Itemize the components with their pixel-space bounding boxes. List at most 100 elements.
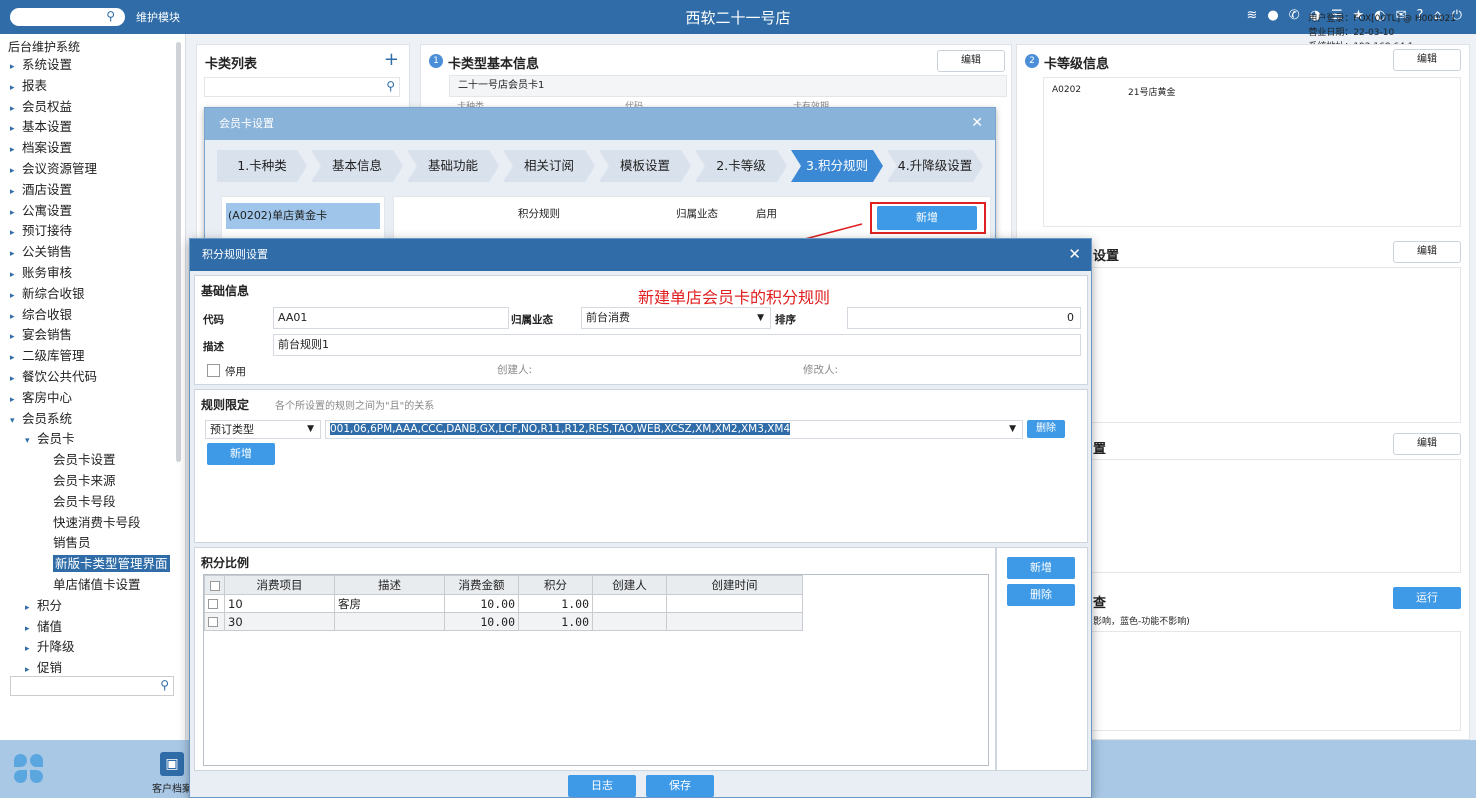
sidebar-item[interactable]: 会员卡设置: [0, 450, 176, 471]
settings-edit-button[interactable]: 编辑: [1393, 241, 1461, 263]
sidebar-item[interactable]: ▸ 二级库管理: [0, 346, 176, 367]
sidebar-item[interactable]: ▸ 储值: [0, 617, 176, 638]
add-rule-button[interactable]: 新增: [877, 206, 977, 230]
wizard-step[interactable]: 模板设置: [599, 150, 691, 182]
phone-icon[interactable]: ✆: [1289, 8, 1300, 23]
wizard-step[interactable]: 3.积分规则: [791, 150, 883, 182]
sidebar-item[interactable]: ▸ 宴会销售: [0, 325, 176, 346]
caret-right-icon[interactable]: ▸: [10, 307, 22, 328]
sidebar-item[interactable]: ▸ 系统设置: [0, 55, 176, 76]
customer-file-icon[interactable]: ▣: [160, 752, 184, 776]
caret-right-icon[interactable]: ▸: [10, 327, 22, 348]
wizard-step[interactable]: 1.卡种类: [217, 150, 307, 182]
caret-down-icon[interactable]: ▾: [10, 411, 22, 432]
sidebar-item[interactable]: 会员卡号段: [0, 492, 176, 513]
caret-right-icon[interactable]: ▸: [10, 369, 22, 390]
caret-right-icon[interactable]: ▸: [10, 182, 22, 203]
caret-right-icon[interactable]: ▸: [10, 286, 22, 307]
code-input[interactable]: AA01: [273, 307, 509, 329]
table-row[interactable]: 30 10.00 1.00: [204, 612, 803, 631]
caret-right-icon[interactable]: ▸: [10, 223, 22, 244]
card-item-selected[interactable]: (A0202)单店黄金卡: [226, 203, 380, 229]
caret-right-icon[interactable]: ▸: [25, 639, 37, 660]
wizard-step[interactable]: 2.卡等级: [695, 150, 787, 182]
sidebar-search-input[interactable]: ⚲: [10, 676, 174, 696]
sidebar-item[interactable]: ▾ 会员卡: [0, 429, 176, 450]
wizard-step[interactable]: 相关订阅: [503, 150, 595, 182]
caret-right-icon[interactable]: ▸: [10, 348, 22, 369]
add-condition-button[interactable]: 新增: [207, 443, 275, 465]
search-icon[interactable]: ⚲: [386, 79, 395, 93]
sort-input[interactable]: 0: [847, 307, 1081, 329]
rule-type-select[interactable]: 预订类型 ▼: [205, 420, 321, 439]
sidebar-item[interactable]: ▸ 公寓设置: [0, 201, 176, 222]
caret-right-icon[interactable]: ▸: [10, 140, 22, 161]
sidebar-item[interactable]: ▸ 新综合收银: [0, 284, 176, 305]
sidebar-item[interactable]: 新版卡类型管理界面: [0, 554, 176, 575]
caret-right-icon[interactable]: ▸: [10, 161, 22, 182]
biz-select[interactable]: 前台消费 ▼: [581, 307, 771, 329]
chevron-down-icon[interactable]: ▼: [1005, 421, 1016, 438]
caret-right-icon[interactable]: ▸: [10, 203, 22, 224]
sidebar-item[interactable]: ▸ 积分: [0, 596, 176, 617]
sidebar-item[interactable]: ▾ 会员系统: [0, 409, 176, 430]
caret-right-icon[interactable]: ▸: [25, 619, 37, 640]
sidebar-scrollbar[interactable]: [176, 42, 181, 462]
sidebar-item[interactable]: ▸ 会员权益: [0, 97, 176, 118]
caret-right-icon[interactable]: ▸: [25, 598, 37, 619]
row-checkbox[interactable]: [208, 617, 218, 627]
desc-input[interactable]: 前台规则1: [273, 334, 1081, 356]
search-icon[interactable]: ⚲: [160, 678, 169, 692]
sidebar-item[interactable]: ▸ 报表: [0, 76, 176, 97]
delete-ratio-button[interactable]: 删除: [1007, 584, 1075, 606]
wizard-step[interactable]: 基础功能: [407, 150, 499, 182]
sidebar-item[interactable]: ▸ 账务审核: [0, 263, 176, 284]
caret-right-icon[interactable]: ▸: [10, 57, 22, 78]
config-edit-button[interactable]: 编辑: [1393, 433, 1461, 455]
sidebar-item[interactable]: ▸ 升降级: [0, 637, 176, 658]
caret-right-icon[interactable]: ▸: [10, 390, 22, 411]
chat-icon[interactable]: ●: [1267, 8, 1278, 23]
add-ratio-button[interactable]: 新增: [1007, 557, 1075, 579]
wizard-step[interactable]: 基本信息: [311, 150, 403, 182]
customer-file-label[interactable]: 客户档案: [152, 780, 192, 795]
sidebar-item[interactable]: ▸ 基本设置: [0, 117, 176, 138]
log-button[interactable]: 日志: [568, 775, 636, 797]
sidebar-item[interactable]: ▸ 餐饮公共代码: [0, 367, 176, 388]
wifi-icon[interactable]: ≋: [1246, 8, 1257, 23]
table-row[interactable]: 10 客房 10.00 1.00: [204, 594, 803, 613]
sidebar-item[interactable]: ▸ 公关销售: [0, 242, 176, 263]
sidebar-item[interactable]: ▸ 综合收银: [0, 305, 176, 326]
card-list-search-input[interactable]: ⚲: [204, 77, 400, 97]
close-icon[interactable]: ✕: [1068, 245, 1081, 263]
level-name[interactable]: 21号店黄金: [1128, 85, 1175, 98]
disable-checkbox[interactable]: [207, 364, 220, 377]
close-icon[interactable]: ✕: [971, 115, 983, 131]
level-edit-button[interactable]: 编辑: [1393, 49, 1461, 71]
level-code[interactable]: A0202: [1052, 85, 1081, 95]
caret-right-icon[interactable]: ▸: [10, 78, 22, 99]
save-button[interactable]: 保存: [646, 775, 714, 797]
caret-right-icon[interactable]: ▸: [10, 119, 22, 140]
caret-right-icon[interactable]: ▸: [10, 265, 22, 286]
caret-right-icon[interactable]: ▸: [10, 244, 22, 265]
sidebar-item[interactable]: 快速消费卡号段: [0, 513, 176, 534]
sidebar-item[interactable]: ▸ 会议资源管理: [0, 159, 176, 180]
rule-value-select[interactable]: 001,06,6PM,AAA,CCC,DANB,GX,LCF,NO,R11,R1…: [325, 420, 1023, 439]
sidebar-item[interactable]: ▸ 客房中心: [0, 388, 176, 409]
add-card-icon[interactable]: +: [384, 49, 399, 70]
basic-edit-button[interactable]: 编辑: [937, 50, 1005, 72]
delete-rule-button[interactable]: 删除: [1027, 420, 1065, 438]
row-checkbox[interactable]: [208, 599, 218, 609]
caret-right-icon[interactable]: ▸: [10, 99, 22, 120]
run-button[interactable]: 运行: [1393, 587, 1461, 609]
sidebar-item[interactable]: 会员卡来源: [0, 471, 176, 492]
app-logo-icon[interactable]: [14, 754, 44, 784]
sidebar-item[interactable]: 销售员: [0, 533, 176, 554]
sidebar-item[interactable]: ▸ 预订接待: [0, 221, 176, 242]
sidebar-item[interactable]: ▸ 档案设置: [0, 138, 176, 159]
chevron-down-icon[interactable]: ▼: [307, 421, 314, 438]
wizard-step[interactable]: 4.升降级设置: [887, 150, 983, 182]
sidebar-item[interactable]: ▸ 酒店设置: [0, 180, 176, 201]
chevron-down-icon[interactable]: ▼: [757, 308, 764, 328]
